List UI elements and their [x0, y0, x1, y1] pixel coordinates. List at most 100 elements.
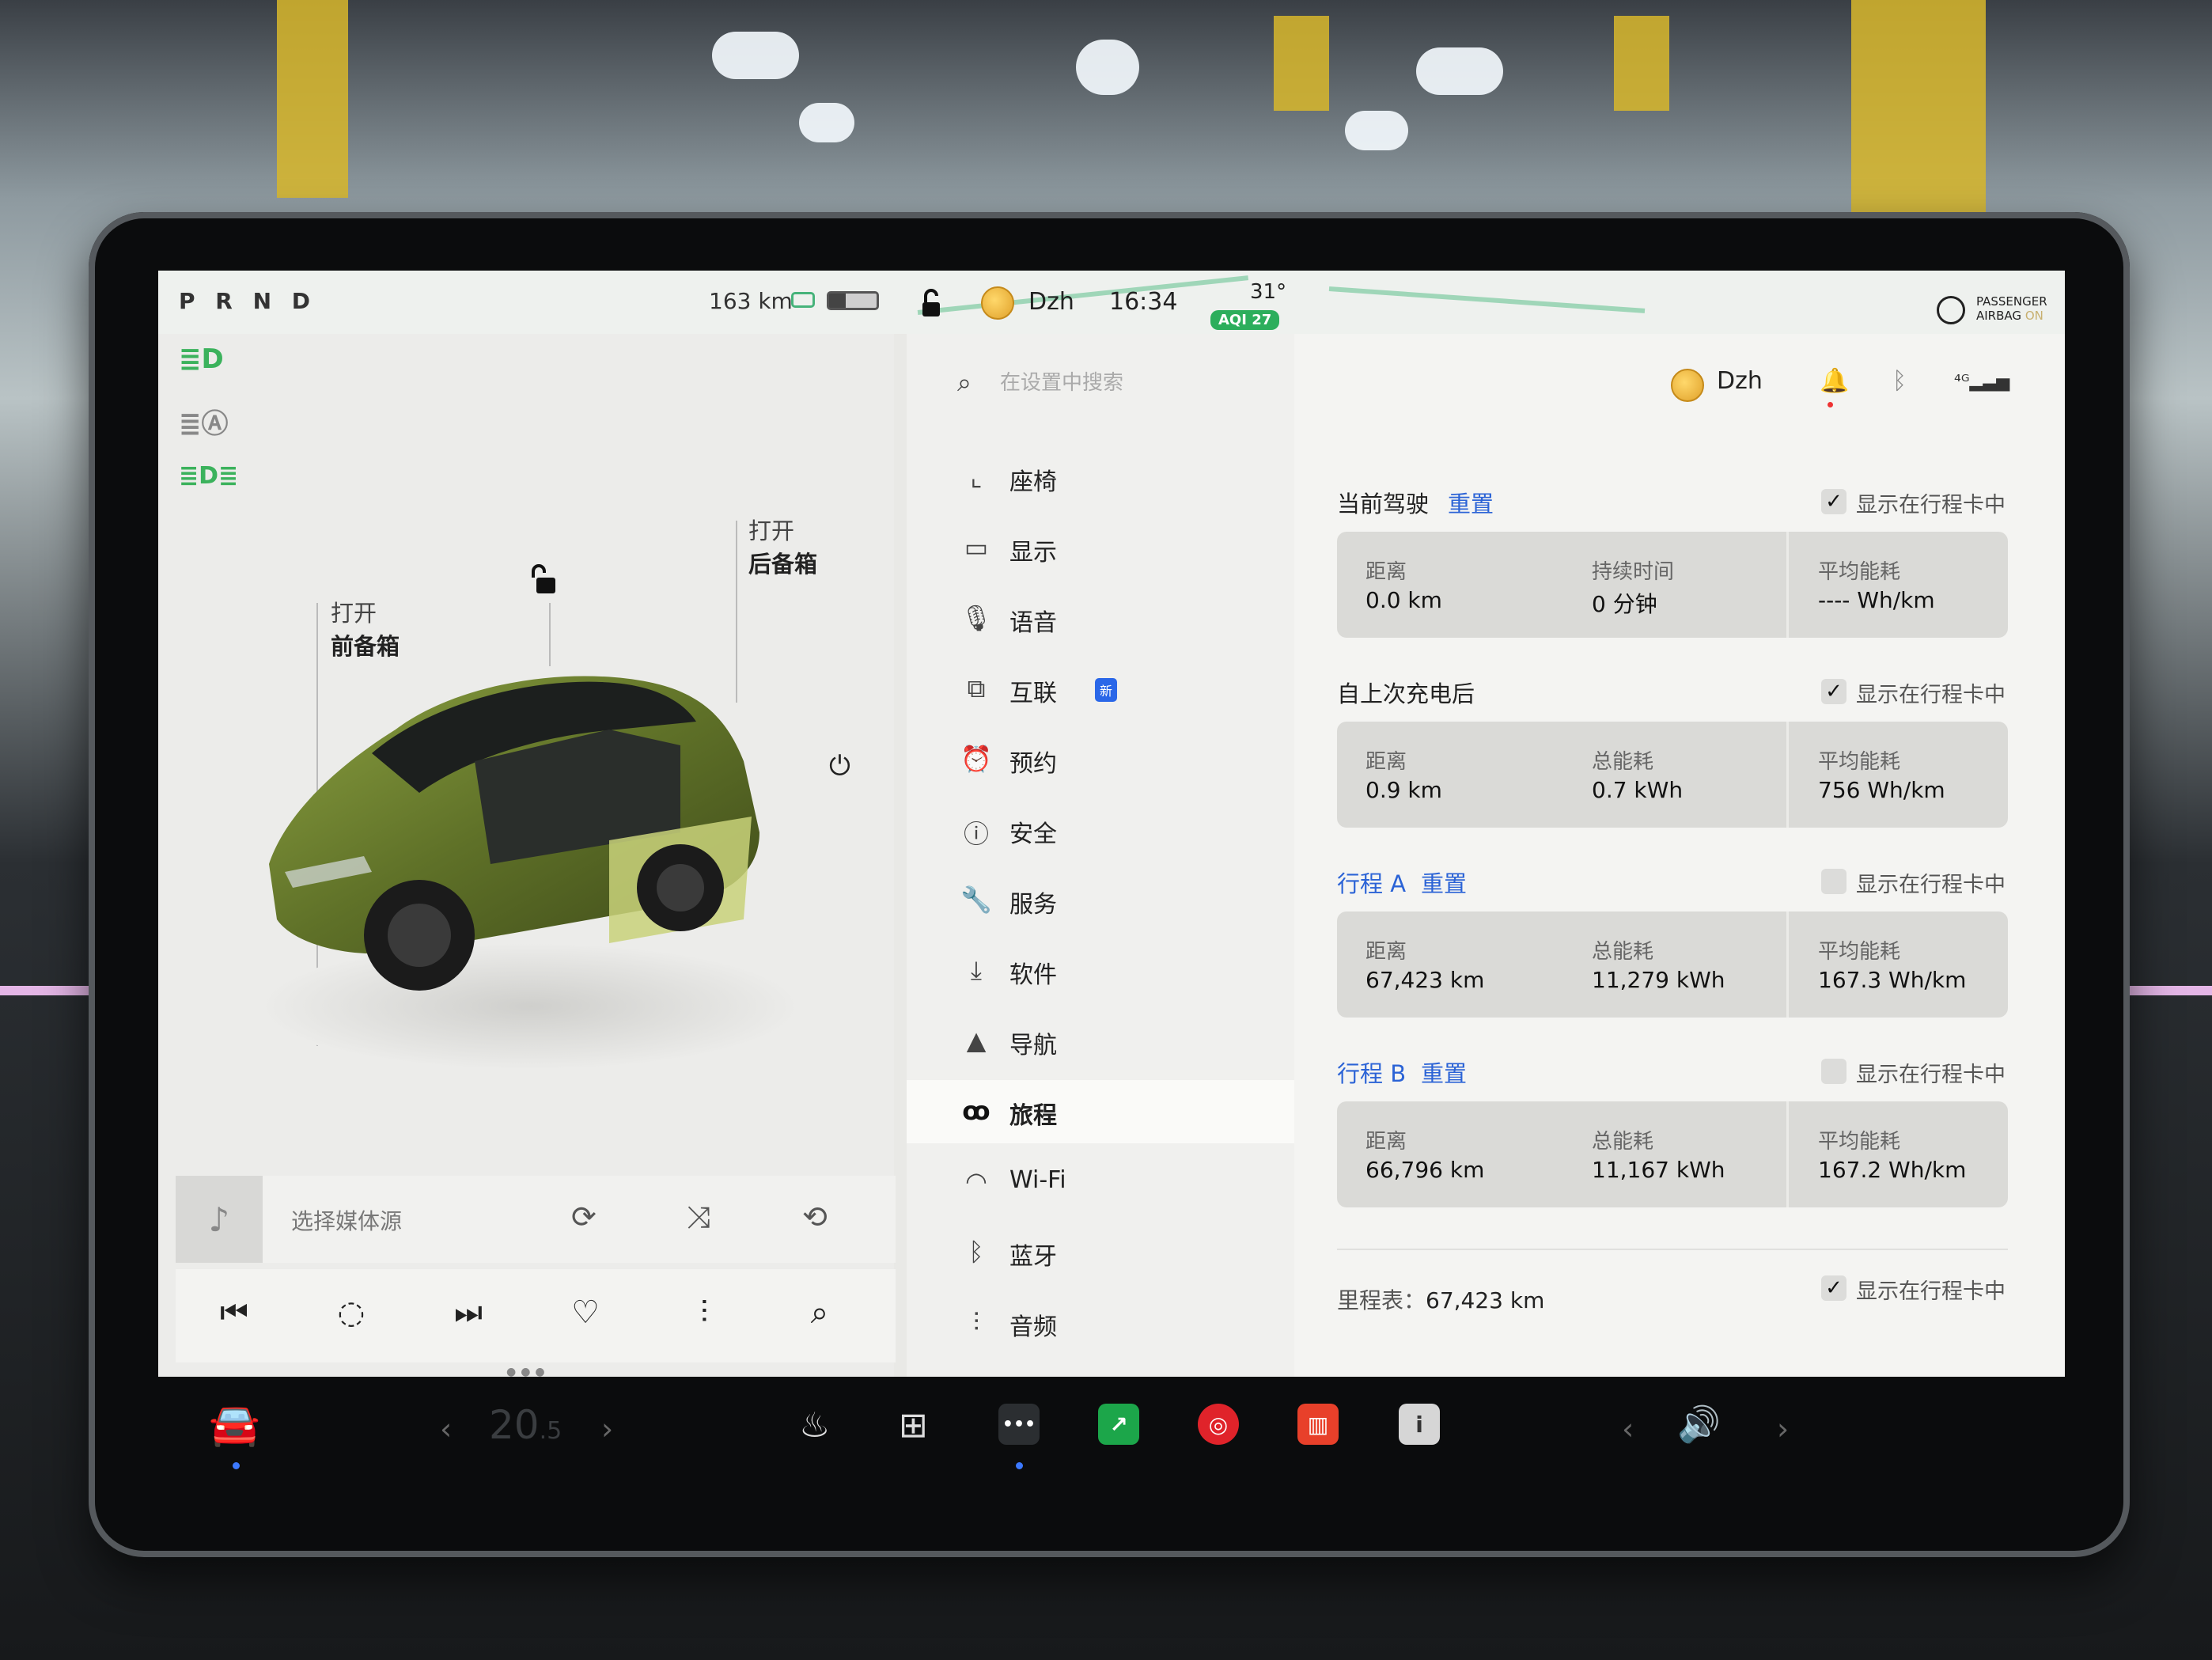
trip-b-card: 距离 66,796 km 总能耗 11,167 kWh 平均能耗 167.2 Wh/k… — [1337, 1101, 2008, 1207]
temp-down-chevron-icon[interactable]: ‹ — [440, 1412, 452, 1446]
card-divider — [1786, 1101, 1789, 1207]
rear-defrost-icon[interactable]: ⊞ — [899, 1405, 928, 1446]
stat-label: 距离 — [1365, 560, 1407, 584]
active-indicator — [233, 1462, 240, 1469]
trip-b-checkbox[interactable] — [1821, 1059, 1846, 1084]
nav-item-trips[interactable]: ꝏ 旅程 — [907, 1080, 1294, 1143]
audiobook-app-icon[interactable]: ▥ — [1297, 1404, 1339, 1445]
profile-avatar[interactable] — [1671, 369, 1704, 402]
show-on-card-label: 显示在行程卡中 — [1856, 1279, 2006, 1304]
settings-search-input[interactable] — [998, 366, 1286, 400]
odometer: 里程表：67,423 km — [1337, 1283, 1544, 1315]
stat-value: 67,423 km — [1365, 967, 1485, 993]
bluetooth-icon: ᛒ — [968, 1237, 984, 1267]
nav-label: 座椅 — [1009, 468, 1057, 496]
nav-item-voice[interactable]: 🎙 语音 — [907, 587, 1294, 650]
nav-label: 音频 — [1009, 1313, 1057, 1341]
trip-a-title: 行程 A — [1337, 870, 1407, 897]
more-apps-icon[interactable]: ••• — [998, 1404, 1040, 1445]
nav-label: 预约 — [1009, 750, 1057, 778]
stocks-app-icon[interactable]: ↗ — [1098, 1404, 1139, 1445]
microphone-icon: 🎙 — [960, 603, 993, 633]
stat-label: 平均能耗 — [1818, 750, 1901, 774]
stat-value: 167.2 Wh/km — [1818, 1157, 1967, 1183]
profile-name[interactable]: Dzh — [1717, 367, 1763, 395]
safety-icon: ⓘ — [963, 819, 989, 849]
cabin-temperature[interactable]: 20.5 — [489, 1402, 562, 1448]
nav-label: 蓝牙 — [1009, 1243, 1057, 1271]
stat-value: 0.0 km — [1365, 587, 1442, 613]
odometer-checkbox[interactable]: ✓ — [1821, 1275, 1846, 1301]
nav-label: 软件 — [1009, 961, 1057, 989]
connectivity-icon: ⧉ — [967, 673, 986, 703]
since-charge-card: 距离 0.9 km 总能耗 0.7 kWh 平均能耗 756 Wh/km — [1337, 722, 2008, 828]
bell-icon[interactable]: 🔔 — [1820, 367, 1849, 395]
nav-label: 语音 — [1009, 609, 1057, 637]
since-charge-checkbox[interactable]: ✓ — [1821, 679, 1846, 704]
odometer-value: 67,423 km — [1426, 1287, 1545, 1313]
volume-up-chevron-icon[interactable]: › — [1777, 1412, 1789, 1446]
show-on-card-label: 显示在行程卡中 — [1856, 493, 2006, 517]
nav-label: 旅程 — [1009, 1102, 1057, 1130]
nav-item-connectivity[interactable]: ⧉ 互联 新 — [907, 658, 1294, 721]
nav-label: 服务 — [1009, 891, 1057, 919]
show-on-card-label: 显示在行程卡中 — [1856, 683, 2006, 707]
front-defrost-icon[interactable]: ♨ — [799, 1405, 830, 1446]
trip-b-title: 行程 B — [1337, 1060, 1407, 1087]
trips-icon: ꝏ — [962, 1096, 990, 1126]
current-drive-card: 距离 0.0 km 持续时间 0 分钟 平均能耗 ---- Wh/km — [1337, 532, 2008, 638]
stat-label: 总能耗 — [1592, 940, 1654, 964]
trip-a-checkbox[interactable] — [1821, 869, 1846, 894]
nav-item-software[interactable]: ⤓ 软件 — [907, 939, 1294, 1002]
stat-value: 66,796 km — [1365, 1157, 1485, 1183]
stat-label: 平均能耗 — [1818, 1130, 1901, 1154]
stat-value: 11,167 kWh — [1592, 1157, 1725, 1183]
divider — [1337, 1249, 2008, 1250]
settings-window: ⌕ ⌞ 座椅 ▭ 显示 🎙 语音 ⧉ 互联 新 ⏰ 预约 ⓘ 安全 🔧 服务 ⤓… — [158, 271, 2065, 1377]
stat-label: 距离 — [1365, 750, 1407, 774]
nav-item-bluetooth[interactable]: ᛒ 蓝牙 — [907, 1221, 1294, 1284]
nav-label: 安全 — [1009, 821, 1057, 848]
nav-item-navigation[interactable]: ▲ 导航 — [907, 1010, 1294, 1073]
active-indicator — [1016, 1462, 1023, 1469]
notification-dot — [1828, 402, 1833, 407]
volume-down-chevron-icon[interactable]: ‹ — [1622, 1412, 1634, 1446]
stat-value: 0.9 km — [1365, 777, 1442, 803]
nav-item-wifi[interactable]: ◠ Wi-Fi — [907, 1150, 1294, 1214]
stat-value: ---- Wh/km — [1818, 587, 1935, 613]
trip-a-card: 距离 67,423 km 总能耗 11,279 kWh 平均能耗 167.3 Wh/k… — [1337, 911, 2008, 1018]
stat-label: 持续时间 — [1592, 560, 1675, 584]
nav-item-seats[interactable]: ⌞ 座椅 — [907, 446, 1294, 510]
nav-item-schedule[interactable]: ⏰ 预约 — [907, 728, 1294, 791]
stat-label: 平均能耗 — [1818, 560, 1901, 584]
card-divider — [1786, 911, 1789, 1018]
current-drive-checkbox[interactable]: ✓ — [1821, 489, 1846, 514]
show-on-card-label: 显示在行程卡中 — [1856, 1063, 2006, 1087]
stat-value: 0 分钟 — [1592, 591, 1657, 617]
stat-value: 167.3 Wh/km — [1818, 967, 1967, 993]
volume-icon[interactable]: 🔊 — [1677, 1404, 1721, 1445]
stat-label: 距离 — [1365, 940, 1407, 964]
audio-icon: ⫶ — [972, 1307, 979, 1337]
temp-up-chevron-icon[interactable]: › — [601, 1412, 613, 1446]
nav-item-display[interactable]: ▭ 显示 — [907, 517, 1294, 580]
car-icon[interactable]: 🚘 — [209, 1400, 260, 1449]
reset-current-drive[interactable]: 重置 — [1448, 486, 1494, 519]
stat-label: 平均能耗 — [1818, 940, 1901, 964]
stat-value: 11,279 kWh — [1592, 967, 1725, 993]
new-badge: 新 — [1095, 678, 1118, 702]
nav-item-audio[interactable]: ⫶ 音频 — [907, 1291, 1294, 1355]
owners-manual-icon[interactable]: i — [1399, 1404, 1440, 1445]
nav-item-safety[interactable]: ⓘ 安全 — [907, 798, 1294, 862]
wifi-icon: ◠ — [965, 1166, 987, 1196]
bluetooth-icon[interactable]: ᛒ — [1892, 367, 1907, 395]
stat-value: 756 Wh/km — [1818, 777, 1945, 803]
since-charge-title: 自上次充电后 — [1337, 680, 1475, 707]
show-on-card-label: 显示在行程卡中 — [1856, 873, 2006, 897]
seat-icon: ⌞ — [970, 462, 983, 492]
reset-trip-a[interactable]: 重置 — [1421, 866, 1467, 899]
music-app-icon[interactable]: ◎ — [1198, 1404, 1239, 1445]
reset-trip-b[interactable]: 重置 — [1421, 1056, 1467, 1089]
nav-item-service[interactable]: 🔧 服务 — [907, 869, 1294, 932]
stat-label: 距离 — [1365, 1130, 1407, 1154]
